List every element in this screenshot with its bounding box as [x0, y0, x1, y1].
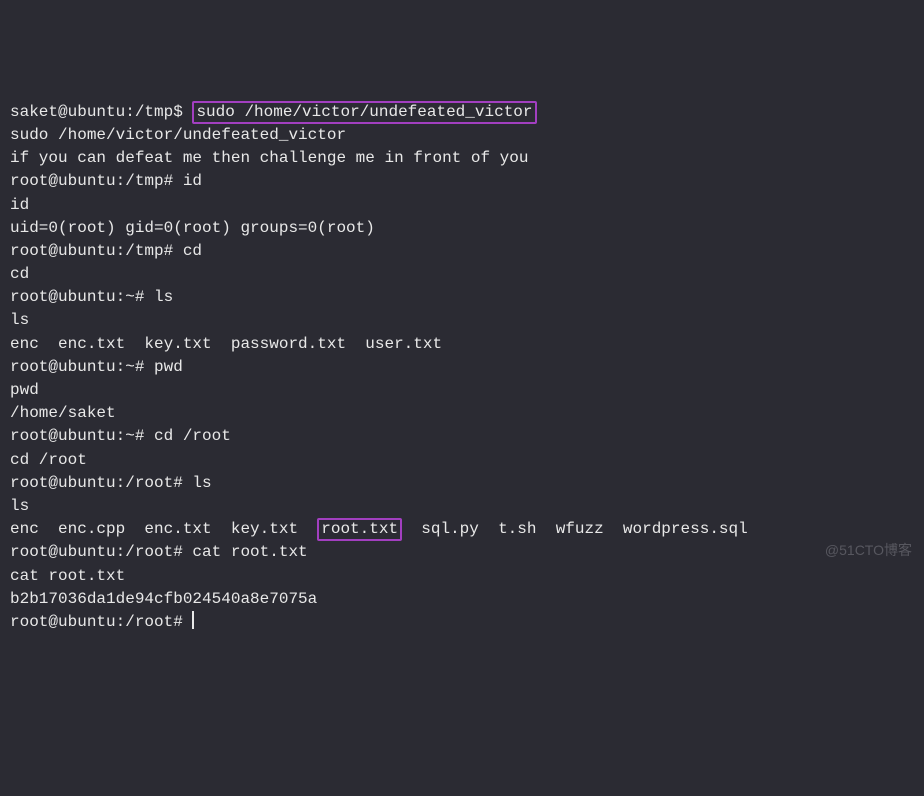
terminal-text: root@ubuntu:~# pwd — [10, 358, 183, 376]
terminal-line: root@ubuntu:/tmp# cd — [10, 240, 914, 263]
terminal-output[interactable]: saket@ubuntu:/tmp$ sudo /home/victor/und… — [10, 101, 914, 634]
terminal-line: cd /root — [10, 449, 914, 472]
terminal-line: root@ubuntu:~# cd /root — [10, 425, 914, 448]
terminal-text: pwd — [10, 381, 39, 399]
terminal-text: ls — [10, 497, 29, 515]
terminal-text: enc enc.cpp enc.txt key.txt — [10, 520, 317, 538]
highlighted-text: root.txt — [317, 518, 402, 541]
terminal-line: saket@ubuntu:/tmp$ sudo /home/victor/und… — [10, 101, 914, 124]
terminal-text: id — [10, 196, 29, 214]
terminal-text: root@ubuntu:/root# cat root.txt — [10, 543, 308, 561]
terminal-line: enc enc.cpp enc.txt key.txt root.txt sql… — [10, 518, 914, 541]
terminal-line: pwd — [10, 379, 914, 402]
terminal-line: root@ubuntu:/tmp# id — [10, 170, 914, 193]
terminal-line: id — [10, 194, 914, 217]
terminal-text: saket@ubuntu:/tmp$ — [10, 103, 192, 121]
terminal-text: root@ubuntu:/root# ls — [10, 474, 212, 492]
terminal-line: root@ubuntu:/root# cat root.txt — [10, 541, 914, 564]
terminal-line: root@ubuntu:/root# ls — [10, 472, 914, 495]
terminal-text: /home/saket — [10, 404, 116, 422]
terminal-text: sql.py t.sh wfuzz wordpress.sql — [402, 520, 748, 538]
terminal-line: cat root.txt — [10, 565, 914, 588]
terminal-text: root@ubuntu:/tmp# cd — [10, 242, 202, 260]
terminal-text: cat root.txt — [10, 567, 125, 585]
terminal-line: enc enc.txt key.txt password.txt user.tx… — [10, 333, 914, 356]
terminal-line: if you can defeat me then challenge me i… — [10, 147, 914, 170]
terminal-text: ls — [10, 311, 29, 329]
terminal-text: root@ubuntu:/root# — [10, 613, 192, 631]
terminal-text: root@ubuntu:~# ls — [10, 288, 173, 306]
cursor — [192, 611, 194, 629]
terminal-line: root@ubuntu:/root# — [10, 611, 914, 634]
terminal-line: root@ubuntu:~# ls — [10, 286, 914, 309]
terminal-text: enc enc.txt key.txt password.txt user.tx… — [10, 335, 442, 353]
terminal-text: root@ubuntu:/tmp# id — [10, 172, 202, 190]
terminal-text: uid=0(root) gid=0(root) groups=0(root) — [10, 219, 375, 237]
terminal-line: root@ubuntu:~# pwd — [10, 356, 914, 379]
terminal-text: cd — [10, 265, 29, 283]
terminal-text: b2b17036da1de94cfb024540a8e7075a — [10, 590, 317, 608]
highlighted-text: sudo /home/victor/undefeated_victor — [192, 101, 536, 124]
terminal-line: ls — [10, 495, 914, 518]
terminal-line: sudo /home/victor/undefeated_victor — [10, 124, 914, 147]
terminal-line: cd — [10, 263, 914, 286]
terminal-line: b2b17036da1de94cfb024540a8e7075a — [10, 588, 914, 611]
terminal-line: ls — [10, 309, 914, 332]
terminal-text: if you can defeat me then challenge me i… — [10, 149, 528, 167]
terminal-text: cd /root — [10, 451, 87, 469]
terminal-line: uid=0(root) gid=0(root) groups=0(root) — [10, 217, 914, 240]
terminal-text: root@ubuntu:~# cd /root — [10, 427, 231, 445]
terminal-line: /home/saket — [10, 402, 914, 425]
terminal-text: sudo /home/victor/undefeated_victor — [10, 126, 346, 144]
